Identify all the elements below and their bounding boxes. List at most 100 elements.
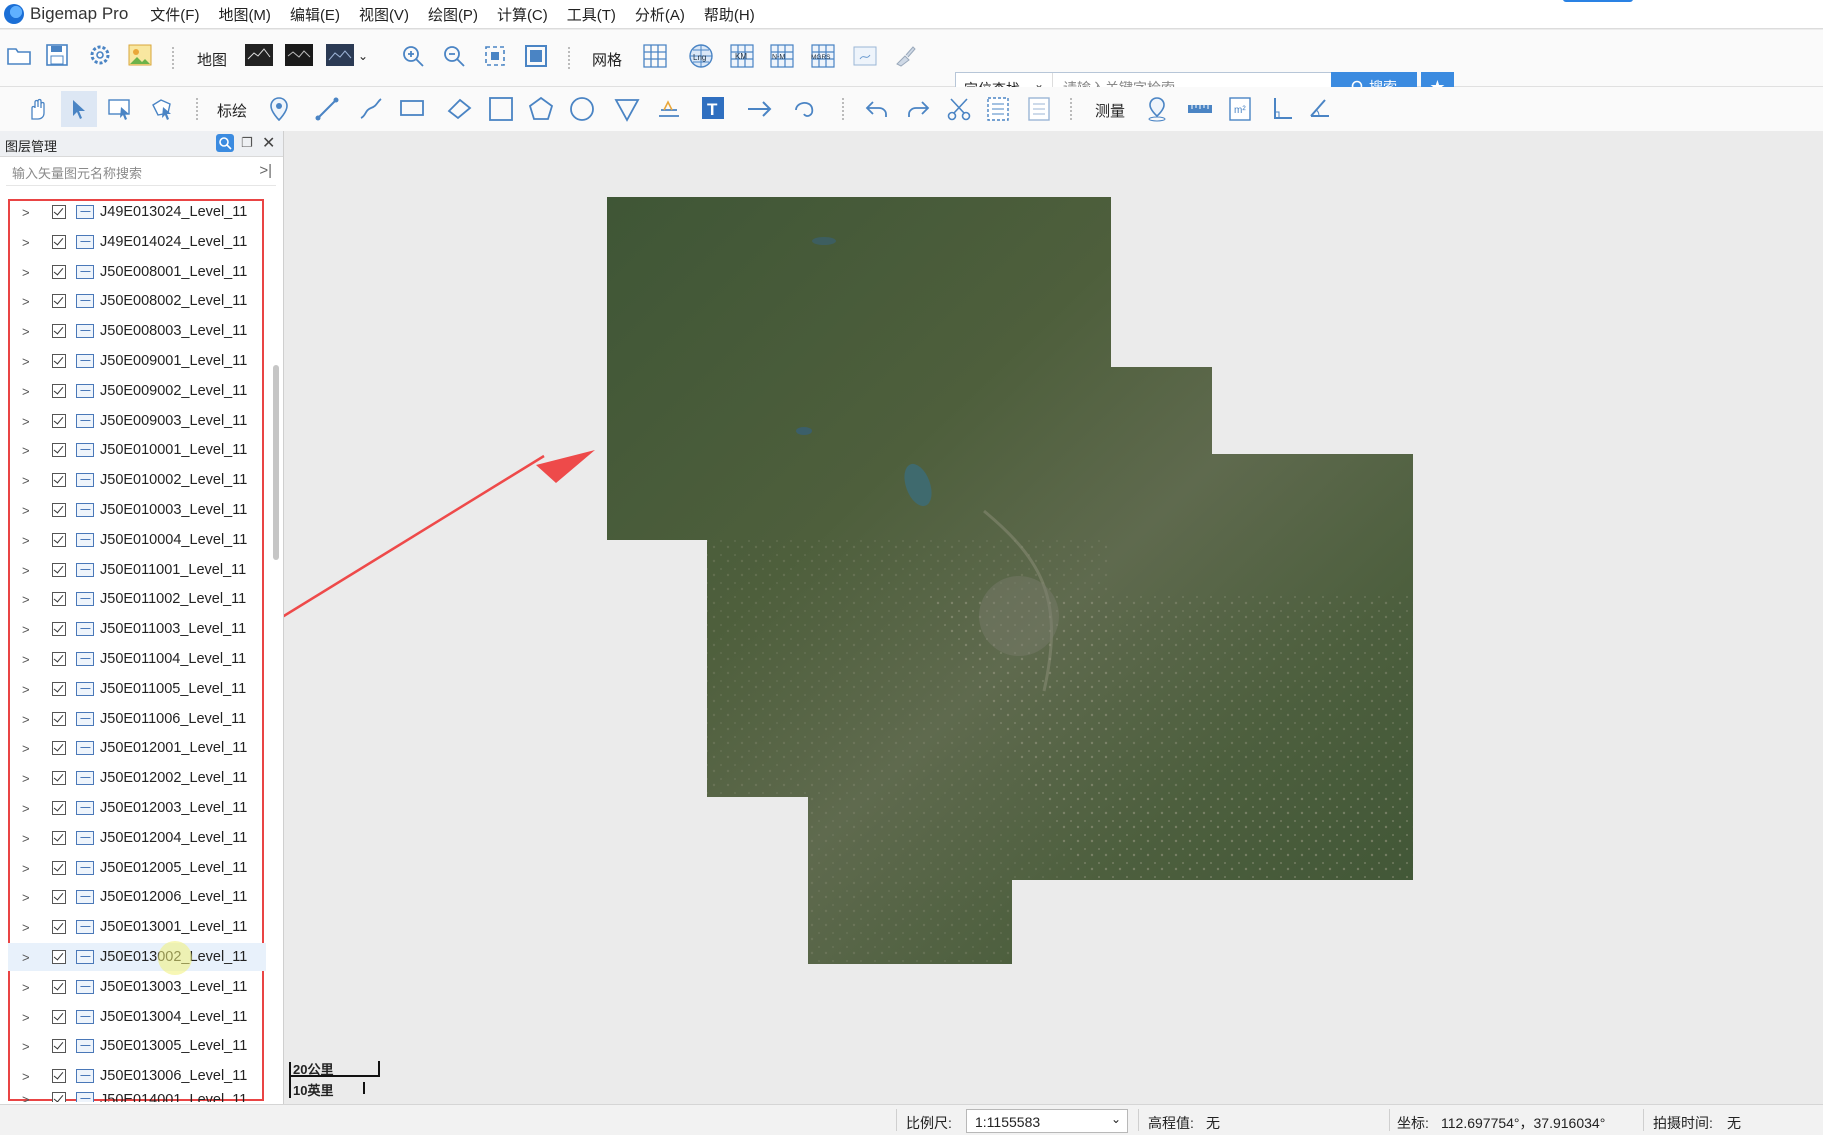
panel-close-icon[interactable]: ✕ [262,133,275,153]
layer-visibility-checkbox[interactable] [52,771,66,785]
settings-gear-icon[interactable] [88,43,112,67]
measure-distance-icon[interactable] [1187,99,1213,119]
chevron-right-icon[interactable]: > [22,622,38,637]
layer-visibility-checkbox[interactable] [52,294,66,308]
layer-visibility-checkbox[interactable] [52,652,66,666]
layer-row[interactable]: > J50E013003_Level_11 [8,973,266,1001]
map-source-2-icon[interactable] [285,44,313,66]
layer-visibility-checkbox[interactable] [52,890,66,904]
layer-visibility-checkbox[interactable] [52,712,66,726]
chevron-right-icon[interactable]: > [22,920,38,935]
measure-angle-icon[interactable] [1308,96,1332,122]
layer-row[interactable]: > J50E011006_Level_11 [8,705,266,733]
layer-row[interactable]: > J50E008001_Level_11 [8,258,266,286]
chevron-right-icon[interactable]: > [22,712,38,727]
layer-visibility-checkbox[interactable] [52,682,66,696]
chevron-right-icon[interactable]: > [22,265,38,280]
layer-row[interactable]: > J50E009001_Level_11 [8,347,266,375]
menu-analysis[interactable]: 分析(A) [635,4,685,25]
map-canvas[interactable] [247,131,1823,1104]
layer-row[interactable]: > J50E010004_Level_11 [8,526,266,554]
select-arrow-icon[interactable] [61,91,97,127]
chevron-right-icon[interactable]: > [22,890,38,905]
chevron-right-icon[interactable]: > [22,354,38,369]
layer-row[interactable]: > J49E014024_Level_11 [8,228,266,256]
menu-map[interactable]: 地图(M) [218,4,271,25]
polygon-draw-icon[interactable] [528,96,554,122]
measure-height-icon[interactable] [1270,96,1294,122]
zoom-in-icon[interactable] [401,44,425,68]
layer-visibility-checkbox[interactable] [52,801,66,815]
layer-visibility-checkbox[interactable] [52,443,66,457]
measure-point-icon[interactable] [1146,96,1170,122]
menu-help[interactable]: 帮助(H) [704,4,755,25]
chevron-right-icon[interactable]: > [22,414,38,429]
layer-visibility-checkbox[interactable] [52,1069,66,1083]
layer-visibility-checkbox[interactable] [52,741,66,755]
globe-lnglat-icon[interactable]: Lng [688,43,714,69]
redo-icon[interactable] [905,97,931,121]
marker-pin-icon[interactable] [268,96,292,124]
layer-row[interactable]: > J50E013001_Level_11 [8,913,266,941]
layer-row[interactable]: > J50E014001_Level_11 [8,1092,266,1102]
layer-row[interactable]: > J50E013004_Level_11 [8,1003,266,1031]
measure-area-icon[interactable]: m² [1228,96,1252,122]
layer-visibility-checkbox[interactable] [52,592,66,606]
chevron-right-icon[interactable]: > [22,384,38,399]
layer-visibility-checkbox[interactable] [52,414,66,428]
layer-visibility-checkbox[interactable] [52,503,66,517]
layer-row[interactable]: > J50E011002_Level_11 [8,585,266,613]
layer-visibility-checkbox[interactable] [52,1039,66,1053]
menu-draw[interactable]: 绘图(P) [428,4,478,25]
map-source-dropdown-icon[interactable]: ⌄ [358,49,368,63]
chevron-right-icon[interactable]: > [22,682,38,697]
layer-row[interactable]: > J50E011005_Level_11 [8,675,266,703]
menu-tools[interactable]: 工具(T) [567,4,616,25]
layer-visibility-checkbox[interactable] [52,563,66,577]
layer-visibility-checkbox[interactable] [52,1092,66,1102]
layer-row[interactable]: > J50E013005_Level_11 [8,1032,266,1060]
layer-row[interactable]: > J50E012001_Level_11 [8,734,266,762]
chevron-right-icon[interactable]: > [22,235,38,250]
freehand-polygon-icon[interactable] [446,97,472,121]
chevron-right-icon[interactable]: > [22,563,38,578]
layer-row[interactable]: > J50E011001_Level_11 [8,556,266,584]
layer-visibility-checkbox[interactable] [52,920,66,934]
layer-row[interactable]: > J50E011004_Level_11 [8,645,266,673]
arrow-draw-icon[interactable] [746,97,774,121]
layer-visibility-checkbox[interactable] [52,533,66,547]
chevron-right-icon[interactable]: > [22,652,38,667]
menu-file[interactable]: 文件(F) [150,4,199,25]
chevron-right-icon[interactable]: > [22,324,38,339]
chevron-right-icon[interactable]: > [22,950,38,965]
layer-row[interactable]: > J50E008003_Level_11 [8,317,266,345]
chevron-right-icon[interactable]: > [22,1039,38,1054]
line-draw-icon[interactable] [314,96,340,122]
vector-search-input[interactable] [10,161,254,185]
map-source-3-icon[interactable] [326,44,354,66]
save-icon[interactable] [45,43,69,67]
freehand-line-icon[interactable] [358,96,384,122]
polygon-select-icon[interactable] [150,97,176,121]
layer-row[interactable]: > J50E010002_Level_11 [8,466,266,494]
grid-label[interactable]: 网格 [592,49,622,70]
chevron-right-icon[interactable]: > [22,741,38,756]
layer-visibility-checkbox[interactable] [52,324,66,338]
layer-row[interactable]: > J50E012006_Level_11 [8,883,266,911]
scale-select[interactable]: 1:1155583 ⌄ [966,1109,1128,1133]
full-extent-icon[interactable] [524,44,548,68]
layer-row[interactable]: > J50E010003_Level_11 [8,496,266,524]
attribute-table-icon[interactable] [986,96,1010,122]
layer-row[interactable]: > J50E012002_Level_11 [8,764,266,792]
grid-nm-icon[interactable]: N-M [769,43,795,69]
chevron-right-icon[interactable]: > [22,980,38,995]
chevron-right-icon[interactable]: > [22,1092,38,1102]
sector-draw-icon[interactable] [614,96,640,122]
layer-row[interactable]: > J50E012003_Level_11 [8,794,266,822]
layer-list-scrollbar[interactable] [273,365,279,560]
layer-row[interactable]: > J50E012004_Level_11 [8,824,266,852]
grid-km-icon[interactable]: KM [729,43,755,69]
panel-search-icon[interactable] [216,134,234,155]
chevron-right-icon[interactable]: > [22,771,38,786]
scissors-icon[interactable] [946,96,972,122]
